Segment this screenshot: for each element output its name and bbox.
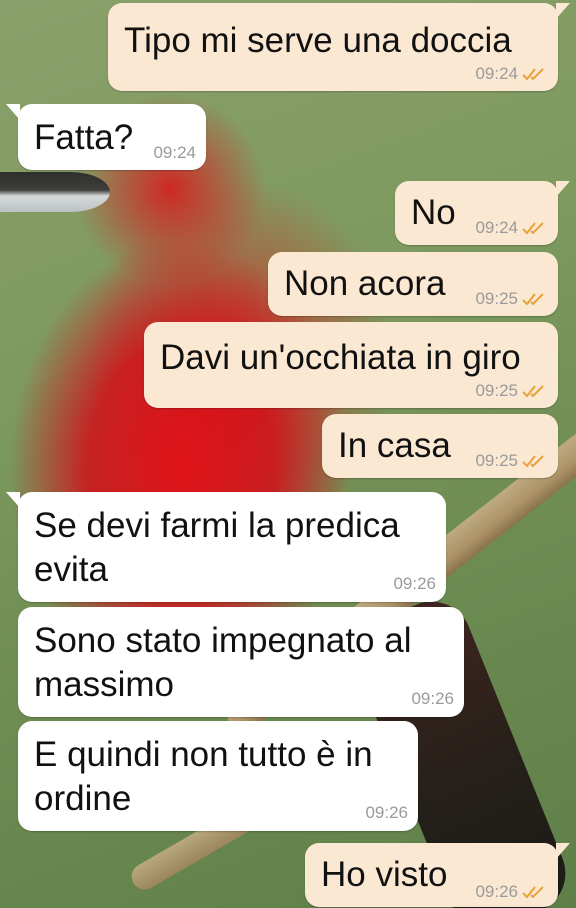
message-time: 09:24 xyxy=(475,64,518,83)
message-text: Davi un'occhiata in giro xyxy=(160,338,521,377)
message-bubble-outgoing[interactable]: Tipo mi serve una doccia 09:24 xyxy=(108,3,570,91)
read-ticks-icon xyxy=(522,222,544,235)
message-text: Se devi farmi la predica xyxy=(34,506,400,545)
message-time: 09:25 xyxy=(475,451,518,470)
message-time: 09:26 xyxy=(393,574,436,593)
message-text: Ho visto xyxy=(321,855,448,894)
message-text: Non acora xyxy=(284,264,446,303)
message-bubble-incoming[interactable]: Sono stato impegnato al massimo 09:26 xyxy=(18,607,464,717)
read-ticks-icon xyxy=(522,455,544,468)
chat-area[interactable]: Tipo mi serve una doccia 09:24 Fatta? 09… xyxy=(0,0,576,908)
message-text: massimo xyxy=(34,665,175,704)
message-time: 09:26 xyxy=(411,689,454,708)
message-text: E quindi non tutto è in xyxy=(34,735,373,774)
read-ticks-icon xyxy=(522,293,544,306)
message-time: 09:24 xyxy=(153,143,196,162)
message-time: 09:25 xyxy=(475,381,518,400)
message-bubble-outgoing[interactable]: In casa 09:25 xyxy=(322,414,558,478)
message-bubble-outgoing[interactable]: No 09:24 xyxy=(395,181,570,245)
message-bubble-incoming[interactable]: E quindi non tutto è in ordine 09:26 xyxy=(18,721,418,831)
message-text: Fatta? xyxy=(34,118,134,157)
message-time: 09:26 xyxy=(365,803,408,822)
message-time: 09:26 xyxy=(475,882,518,901)
message-text: In casa xyxy=(338,426,451,465)
message-text: evita xyxy=(34,550,108,589)
message-bubble-outgoing[interactable]: Davi un'occhiata in giro 09:25 xyxy=(144,322,558,408)
message-bubble-incoming[interactable]: Se devi farmi la predica evita 09:26 xyxy=(6,492,446,602)
message-text: Tipo mi serve una doccia xyxy=(124,21,512,60)
message-text: ordine xyxy=(34,779,132,818)
read-ticks-icon xyxy=(522,68,544,81)
message-bubble-outgoing[interactable]: Ho visto 09:26 xyxy=(305,843,570,907)
message-bubble-outgoing[interactable]: Non acora 09:25 xyxy=(268,252,558,316)
message-time: 09:25 xyxy=(475,289,518,308)
read-ticks-icon xyxy=(522,385,544,398)
message-time: 09:24 xyxy=(475,218,518,237)
wallpaper-bird-beak xyxy=(0,172,110,212)
message-bubble-incoming[interactable]: Fatta? 09:24 xyxy=(6,104,206,170)
message-text: No xyxy=(411,193,456,232)
read-ticks-icon xyxy=(522,886,544,899)
message-text: Sono stato impegnato al xyxy=(34,621,412,660)
